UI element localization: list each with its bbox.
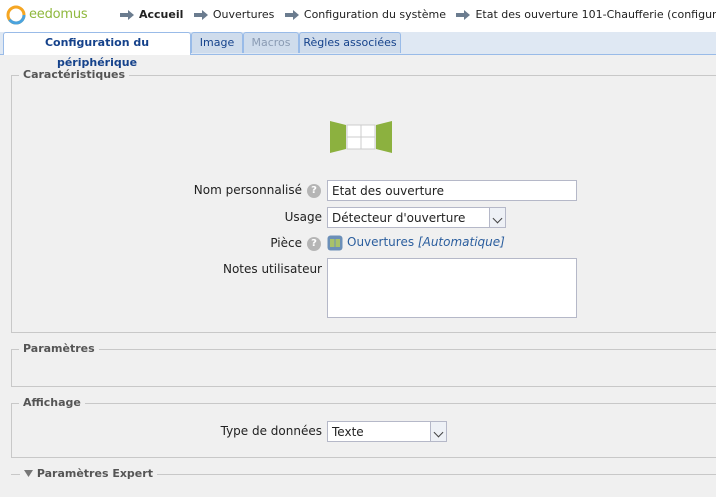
help-icon[interactable]: ? <box>307 184 321 198</box>
tab-configuration[interactable]: Configuration du périphérique <box>3 32 191 69</box>
piece-label: Pièce <box>270 236 302 250</box>
breadcrumb-label: Etat des ouverture 101-Chaufferie (confi… <box>475 8 716 21</box>
type-donnees-value: Texte <box>332 425 364 439</box>
piece-value: Ouvertures <box>347 235 415 249</box>
breadcrumb-label: Accueil <box>139 8 184 21</box>
nom-label: Nom personnalisé <box>193 183 302 197</box>
fieldset-expert: Paramètres Expert <box>11 467 716 480</box>
usage-value: Détecteur d'ouverture <box>332 211 466 225</box>
nom-field[interactable]: Etat des ouverture <box>327 180 577 201</box>
fieldset-legend: Paramètres Expert <box>36 467 153 480</box>
triangle-down-icon <box>24 470 33 477</box>
window-open-icon <box>330 121 392 153</box>
expert-toggle[interactable]: Paramètres Expert <box>20 467 157 480</box>
piece-auto: [Automatique] <box>417 235 505 249</box>
tab-image[interactable]: Image <box>191 32 243 53</box>
tab-macros: Macros <box>243 32 299 53</box>
breadcrumb: Accueil Ouvertures Configuration du syst… <box>120 8 716 23</box>
tab-regles[interactable]: Règles associées <box>299 32 401 53</box>
breadcrumb-item-ouvertures[interactable]: Ouvertures <box>193 8 275 21</box>
usage-select[interactable]: Détecteur d'ouverture <box>327 207 506 228</box>
fieldset-affichage: Affichage Type de données Texte <box>11 396 716 458</box>
type-donnees-select[interactable]: Texte <box>327 421 447 442</box>
app-header: eedomus Accueil Ouvertures Configuration… <box>0 0 716 32</box>
help-icon[interactable]: ? <box>307 237 321 251</box>
type-donnees-label: Type de données <box>220 424 322 438</box>
breadcrumb-item-accueil[interactable]: Accueil <box>120 8 183 21</box>
fieldset-legend: Affichage <box>19 396 85 409</box>
arrow-right-icon <box>120 9 134 20</box>
chevron-down-icon[interactable] <box>489 208 505 227</box>
arrow-right-icon <box>284 9 299 20</box>
breadcrumb-label: Ouvertures <box>212 8 275 21</box>
chevron-down-icon[interactable] <box>430 422 446 441</box>
notes-textarea[interactable] <box>327 258 577 318</box>
fieldset-legend: Paramètres <box>19 342 99 355</box>
arrow-right-icon <box>193 9 208 20</box>
fieldset-caracteristiques: Caractéristiques Nom personnalisé ? Etat… <box>11 68 716 333</box>
piece-link[interactable]: Ouvertures [Automatique] <box>347 235 505 249</box>
fieldset-parametres: Paramètres <box>11 342 716 387</box>
notes-label: Notes utilisateur <box>222 262 322 276</box>
eedomus-logo-icon[interactable] <box>6 5 26 25</box>
usage-label: Usage <box>284 210 322 224</box>
fieldset-legend: Caractéristiques <box>19 68 130 81</box>
breadcrumb-item-configuration[interactable]: Configuration du système <box>284 8 446 21</box>
tab-bar: Configuration du périphérique Image Macr… <box>0 32 716 69</box>
arrow-right-icon <box>456 9 471 20</box>
breadcrumb-item-current: Etat des ouverture 101-Chaufferie (confi… <box>456 8 716 21</box>
logo-text[interactable]: eedomus <box>29 7 88 22</box>
room-icon <box>327 235 343 251</box>
breadcrumb-label: Configuration du système <box>303 8 446 21</box>
